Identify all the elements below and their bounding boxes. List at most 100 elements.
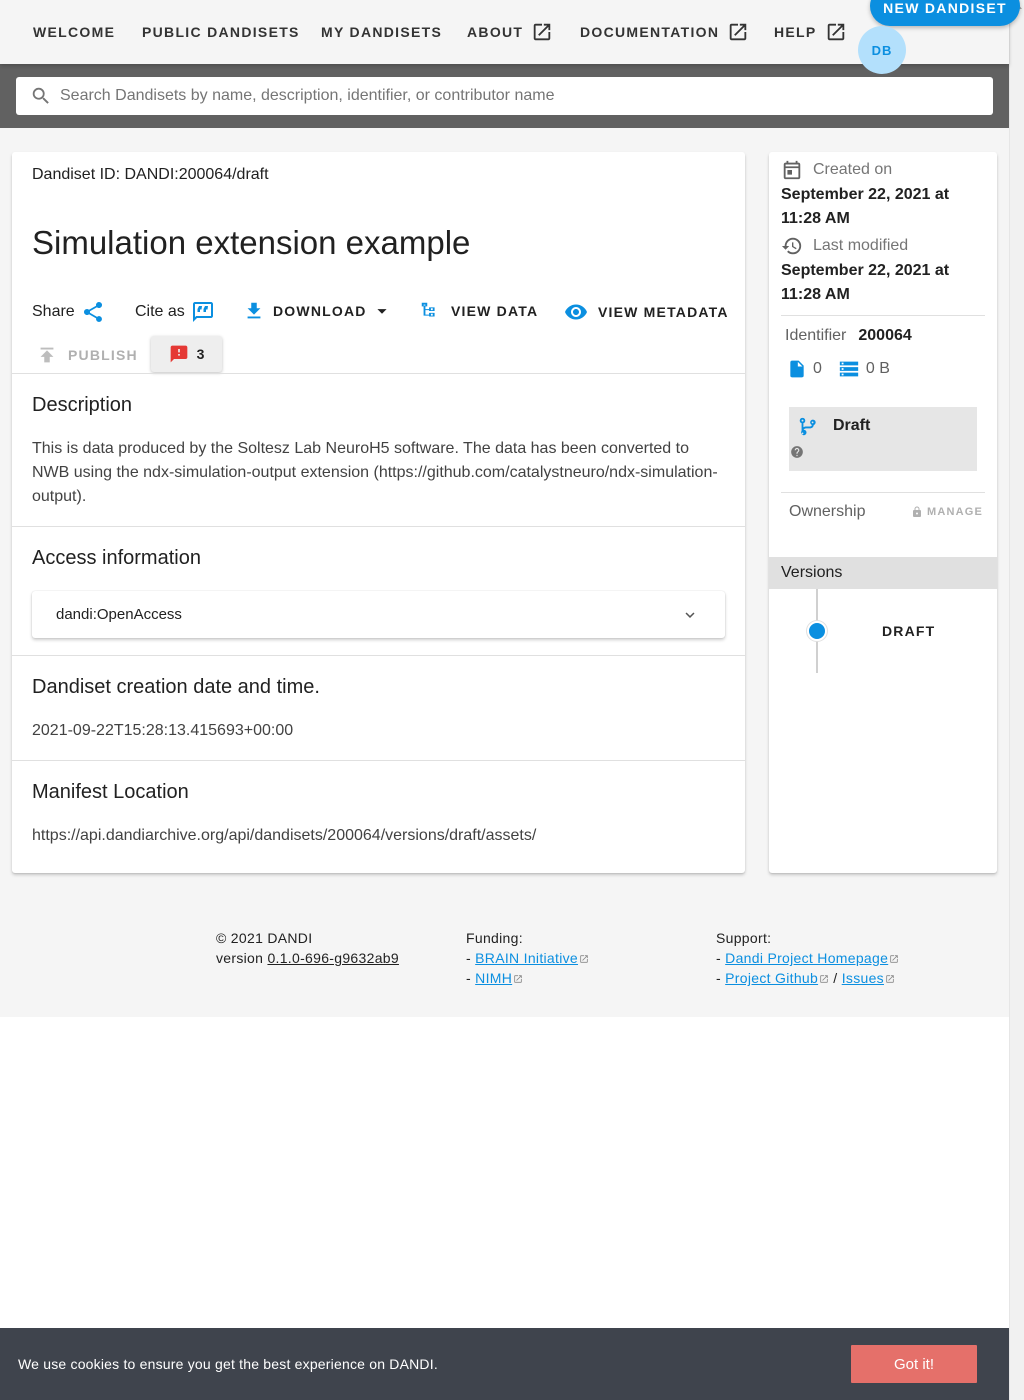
bullet: -: [716, 970, 721, 986]
external-link-icon: [820, 975, 828, 983]
issues-link[interactable]: Issues: [842, 970, 884, 986]
nav-public-dandisets[interactable]: PUBLIC DANDISETS: [142, 19, 300, 45]
publish-button[interactable]: PUBLISH: [36, 344, 138, 366]
divider: [12, 760, 745, 761]
funding-item: - NIMH: [466, 968, 589, 988]
calendar-icon: [783, 160, 801, 180]
alert-icon: [170, 345, 187, 363]
footer-version: version 0.1.0-696-g9632ab9: [216, 948, 399, 968]
open-in-new-icon: [730, 23, 747, 41]
cookie-text: We use cookies to ensure you get the bes…: [18, 1356, 438, 1372]
new-dandiset-button[interactable]: NEW DANDISET: [870, 0, 1020, 26]
created-label-text: Created on: [813, 161, 893, 178]
created-on-value: September 22, 2021 at 11:28 AM: [781, 186, 950, 227]
created-on-label: Created on: [781, 159, 892, 181]
view-data-label: VIEW DATA: [451, 303, 539, 319]
version-link[interactable]: 0.1.0-696-g9632ab9: [267, 950, 399, 966]
brain-initiative-link[interactable]: BRAIN Initiative: [475, 950, 578, 966]
view-metadata-button[interactable]: VIEW METADATA: [564, 300, 729, 324]
manage-owners-button[interactable]: MANAGE: [911, 506, 983, 518]
identifier-label: Identifier: [785, 327, 847, 344]
version-prefix: version: [216, 950, 264, 966]
dandiset-main-card: Dandiset ID: DANDI:200064/draft Simulati…: [12, 152, 745, 873]
search-band: [0, 64, 1009, 128]
manifest-heading: Manifest Location: [32, 781, 189, 803]
nav-documentation[interactable]: DOCUMENTATION: [580, 19, 749, 45]
nav-about-label: ABOUT: [467, 24, 524, 40]
bullet: -: [466, 970, 471, 986]
funding-item: - BRAIN Initiative: [466, 948, 589, 968]
divider: [12, 373, 745, 374]
quote-icon: [192, 302, 213, 322]
support-item: - Project Github / Issues: [716, 968, 899, 988]
external-link-icon: [890, 955, 898, 963]
footer-copyright: © 2021 DANDI: [216, 930, 313, 946]
eye-icon: [565, 304, 587, 320]
support-item: - Dandi Project Homepage: [716, 948, 899, 968]
source-branch-icon: [799, 417, 816, 436]
version-timeline-dot: [807, 621, 827, 641]
share-icon: [83, 301, 102, 322]
nav-my-dandisets-label: MY DANDISETS: [321, 24, 443, 40]
external-link-icon: [580, 955, 588, 963]
nav-help[interactable]: HELP: [774, 19, 847, 45]
view-data-button[interactable]: VIEW DATA: [419, 300, 538, 322]
publish-label: PUBLISH: [68, 347, 138, 363]
nav-my-dandisets[interactable]: MY DANDISETS: [321, 19, 442, 45]
history-icon: [781, 237, 802, 255]
funding-label: Funding:: [466, 930, 523, 946]
identifier-value: 200064: [858, 327, 912, 344]
stats-row: 0 0 B: [787, 358, 890, 380]
last-modified-label: Last modified: [781, 235, 908, 257]
share-label: Share: [32, 303, 75, 320]
caret-down-icon: [377, 309, 387, 314]
download-button[interactable]: DOWNLOAD: [243, 300, 393, 322]
nav-about[interactable]: ABOUT: [467, 19, 553, 45]
database-icon: [839, 361, 859, 377]
upload-icon: [40, 347, 54, 363]
cite-label: Cite as: [135, 303, 185, 320]
open-in-new-icon: [534, 23, 551, 41]
file-count: 0: [813, 360, 822, 377]
cookie-banner: We use cookies to ensure you get the bes…: [0, 1328, 1009, 1400]
footer-funding-block: Funding: - BRAIN Initiative - NIMH: [466, 928, 589, 988]
access-value: dandi:OpenAccess: [56, 606, 182, 623]
nav-welcome[interactable]: WELCOME: [33, 19, 115, 45]
total-size: 0 B: [865, 360, 890, 377]
external-link-icon: [886, 975, 894, 983]
search-box[interactable]: [16, 77, 993, 115]
nimh-link[interactable]: NIMH: [475, 970, 512, 986]
user-avatar[interactable]: DB: [858, 26, 906, 74]
ownership-label: Ownership: [789, 503, 866, 520]
draft-label: Draft: [833, 417, 871, 434]
avatar-initials: DB: [871, 42, 893, 58]
footer-support-block: Support: - Dandi Project Homepage - Proj…: [716, 928, 899, 988]
search-input[interactable]: [60, 87, 960, 105]
nav-welcome-label: WELCOME: [33, 24, 116, 40]
cookie-accept-button[interactable]: Got it!: [851, 1345, 977, 1383]
modified-label-text: Last modified: [813, 237, 909, 254]
open-in-new-icon: [827, 23, 844, 41]
help-icon[interactable]: [790, 445, 804, 459]
description-text: This is data produced by the Soltesz Lab…: [32, 440, 718, 505]
last-modified-value: September 22, 2021 at 11:28 AM: [781, 262, 950, 303]
view-metadata-label: VIEW METADATA: [598, 304, 729, 320]
identifier-row: Identifier 200064: [785, 327, 912, 345]
description-heading: Description: [32, 394, 133, 416]
creation-value: 2021-09-22T15:28:13.415693+00:00: [32, 722, 294, 739]
validation-errors-button[interactable]: 3: [151, 336, 222, 372]
search-icon: [32, 87, 49, 104]
bullet: -: [466, 950, 471, 966]
scrollbar[interactable]: [1009, 0, 1024, 1400]
dandi-homepage-link[interactable]: Dandi Project Homepage: [725, 950, 888, 966]
nav-public-dandisets-label: PUBLIC DANDISETS: [142, 24, 300, 40]
version-item-draft[interactable]: DRAFT: [882, 623, 935, 639]
cite-as-button[interactable]: Cite as: [135, 300, 215, 324]
dandiset-title: Simulation extension example: [32, 224, 471, 261]
cookie-button-label: Got it!: [893, 1355, 934, 1373]
share-button[interactable]: Share: [32, 300, 105, 324]
versions-label: Versions: [781, 564, 843, 581]
project-github-link[interactable]: Project Github: [725, 970, 818, 986]
access-expansion-panel[interactable]: dandi:OpenAccess: [32, 591, 725, 638]
download-label: DOWNLOAD: [273, 303, 367, 319]
